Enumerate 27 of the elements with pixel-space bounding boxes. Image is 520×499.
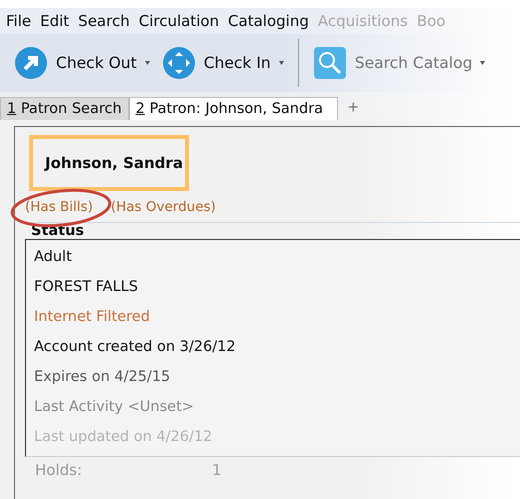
status-line: Last updated on 4/26/12 <box>34 428 214 447</box>
status-line: FOREST FALLS <box>34 278 139 297</box>
status-line: Account created on 3/26/12 <box>34 338 237 357</box>
caret-icon <box>278 61 284 65</box>
caret-icon <box>480 61 486 65</box>
search-icon <box>312 46 347 80</box>
status-line: Last Activity <Unset> <box>34 398 195 417</box>
arrows-inward-icon <box>162 46 196 80</box>
tab[interactable]: 2 Patron: Johnson, Sandra <box>128 97 338 120</box>
caret-icon <box>144 61 150 65</box>
status-line: Internet Filtered <box>34 308 151 327</box>
menu-item[interactable]: Cataloging <box>228 12 309 30</box>
holds-label: Holds: <box>35 461 82 479</box>
menu-item[interactable]: Edit <box>40 12 70 30</box>
status-line: Expires on 4/25/15 <box>34 368 172 387</box>
toolbar-button[interactable]: Check In <box>158 44 288 82</box>
menu-item[interactable]: File <box>6 12 32 30</box>
tab[interactable]: 1 Patron Search <box>0 97 129 120</box>
status-line: Adult <box>34 248 73 267</box>
menu-item[interactable]: Circulation <box>138 12 220 30</box>
menu-item[interactable]: Search <box>78 12 130 30</box>
new-tab-button[interactable]: + <box>338 97 369 120</box>
patron-name: Johnson, Sandra <box>29 135 189 191</box>
alert-link[interactable]: (Has Overdues) <box>110 199 216 215</box>
toolbar-button[interactable]: Check Out <box>10 44 154 82</box>
toolbar-button[interactable]: Search Catalog <box>308 44 490 82</box>
holds-count: 1 <box>212 461 222 479</box>
